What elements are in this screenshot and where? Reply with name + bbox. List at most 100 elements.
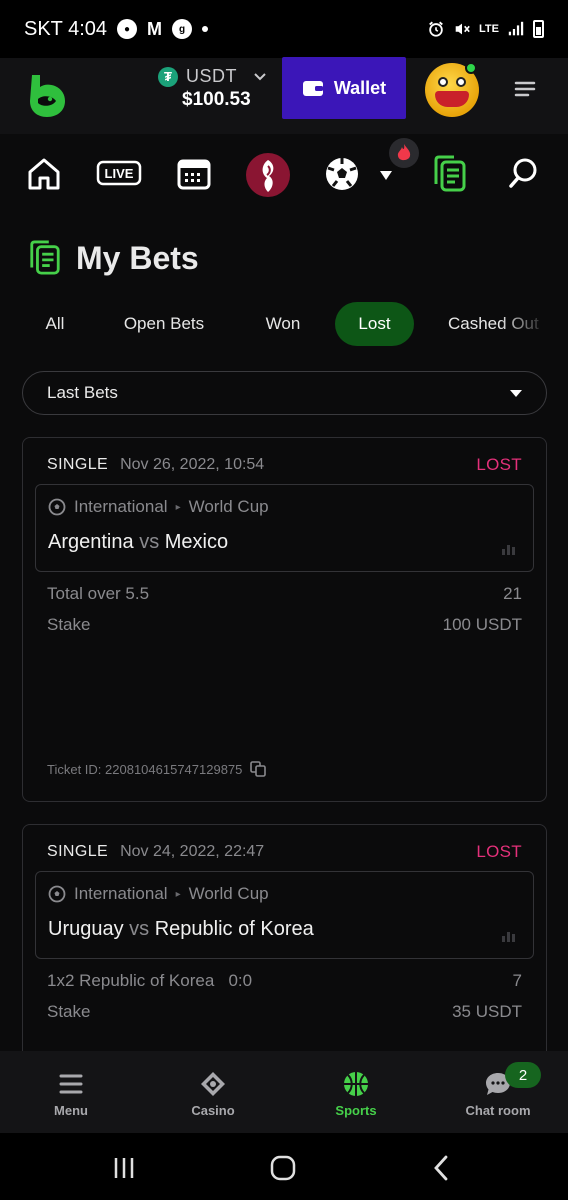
my-bets-title-icon [30, 240, 60, 275]
caret-down-icon [510, 389, 522, 397]
selection-row: 1x2 Republic of Korea 0:0 7 [23, 965, 546, 996]
mute-icon [455, 23, 470, 35]
live-label: LIVE [105, 166, 134, 181]
bets-period-select[interactable]: Last Bets [22, 371, 547, 415]
event-league: World Cup [188, 497, 269, 516]
event-match: Argentina vs Mexico [48, 531, 521, 554]
recent-apps-icon[interactable] [112, 1156, 136, 1180]
home-icon[interactable] [26, 156, 62, 192]
menu-lines-icon[interactable] [514, 80, 536, 98]
avatar-eye-left [438, 77, 448, 87]
more-notifications-icon [202, 26, 209, 32]
notification-app-icon: ● [117, 19, 138, 39]
gmail-icon: M [147, 18, 163, 39]
copy-icon[interactable] [250, 761, 267, 777]
bottom-nav: Menu Casino Sports Chat room 2 [0, 1051, 568, 1133]
search-icon[interactable] [508, 156, 542, 190]
event-box[interactable]: International ▸ World Cup Argentina vs M… [35, 484, 534, 572]
battery-icon [533, 20, 544, 38]
bottom-nav-casino[interactable]: Casino [163, 1069, 263, 1118]
selection-label: Total over 5.5 [47, 583, 150, 603]
home-button-icon[interactable] [270, 1155, 296, 1181]
tether-icon: ₮ [158, 66, 178, 87]
bet-date: Nov 24, 2022, 22:47 [120, 843, 265, 860]
basketball-icon [344, 1072, 368, 1096]
chat-unread-badge: 2 [505, 1062, 541, 1088]
bottom-nav-menu-label: Menu [54, 1103, 88, 1118]
bet-card[interactable]: SINGLE Nov 24, 2022, 22:47 LOST Internat… [22, 824, 547, 1084]
hot-badge[interactable] [389, 138, 419, 168]
away-team: Republic of Korea [154, 918, 314, 940]
status-left: SKT 4:04 ● M g [24, 18, 209, 41]
bc-game-logo[interactable] [28, 73, 66, 119]
event-category: International [74, 497, 168, 516]
online-indicator [465, 62, 477, 74]
away-team: Mexico [164, 531, 229, 553]
stake-row: Stake 35 USDT [23, 996, 546, 1027]
event-match: Uruguay vs Republic of Korea [48, 918, 521, 941]
bets-period-value: Last Bets [47, 383, 118, 402]
avatar-eye-right [456, 77, 466, 87]
event-league: World Cup [188, 884, 269, 903]
hot-fire-icon [397, 144, 411, 161]
odds-value: 7 [512, 970, 522, 990]
stake-label: Stake [47, 614, 91, 634]
stake-row: Stake 100 USDT [23, 609, 546, 640]
home-team: Argentina [48, 531, 134, 553]
filter-all[interactable]: All [22, 302, 88, 346]
bottom-nav-sports[interactable]: Sports [306, 1069, 406, 1118]
home-team: Uruguay [48, 918, 124, 940]
balance-amount: $100.53 [182, 89, 251, 110]
world-cup-icon[interactable] [245, 152, 291, 198]
event-box[interactable]: International ▸ World Cup Uruguay vs Rep… [35, 871, 534, 959]
filter-open-bets[interactable]: Open Bets [104, 302, 224, 346]
page-title-row: My Bets [28, 238, 199, 278]
bottom-nav-menu[interactable]: Menu [21, 1069, 121, 1118]
calendar-icon[interactable] [176, 156, 212, 192]
bet-filter-tabs: All Open Bets Won Lost Cashed Out [22, 302, 548, 348]
stats-icon[interactable] [501, 930, 517, 942]
wallet-button[interactable]: Wallet [282, 57, 406, 119]
soccer-ball-icon [48, 498, 66, 516]
hamburger-icon [59, 1074, 83, 1094]
chevron-down-icon[interactable] [380, 171, 392, 181]
my-bets-icon[interactable] [432, 154, 468, 194]
vs-label: vs [129, 918, 150, 940]
live-icon[interactable]: LIVE [96, 160, 142, 186]
soccer-ball-icon [48, 885, 66, 903]
casino-chip-icon [201, 1072, 225, 1096]
back-icon[interactable] [430, 1155, 452, 1181]
breadcrumb-arrow-icon: ▸ [175, 501, 181, 513]
bottom-nav-chat-label: Chat room [465, 1103, 531, 1118]
bet-type: SINGLE [47, 843, 109, 860]
filter-won[interactable]: Won [244, 302, 322, 346]
network-type: LTE [479, 23, 499, 35]
stats-icon[interactable] [501, 543, 517, 555]
currency-label: USDT [186, 66, 237, 86]
stake-value: 100 USDT [442, 614, 522, 634]
chevron-down-icon[interactable] [253, 70, 267, 84]
bet-status: LOST [476, 455, 522, 474]
page-title: My Bets [76, 239, 199, 276]
soccer-ball-icon[interactable] [324, 156, 360, 192]
system-nav-bar [0, 1133, 568, 1200]
ticket-id-row: Ticket ID: 2208104615747129875 [47, 761, 267, 777]
filter-lost[interactable]: Lost [335, 302, 414, 346]
balance-selector[interactable]: ₮ USDT $100.53 [158, 66, 267, 111]
bottom-nav-casino-label: Casino [191, 1103, 235, 1118]
avatar-mouth [435, 91, 469, 107]
wallet-label: Wallet [333, 77, 387, 98]
event-category: International [74, 884, 168, 903]
signal-icon [508, 21, 524, 36]
bet-card[interactable]: SINGLE Nov 26, 2022, 10:54 LOST Internat… [22, 437, 547, 802]
ticket-id: Ticket ID: 2208104615747129875 [47, 761, 243, 777]
stake-value: 35 USDT [452, 1001, 522, 1021]
status-bar: SKT 4:04 ● M g LTE [0, 0, 568, 58]
vs-label: vs [139, 531, 160, 553]
stake-label: Stake [47, 1001, 91, 1021]
scroll-fade [500, 302, 548, 348]
bet-status: LOST [476, 842, 522, 861]
alarm-icon [429, 21, 443, 37]
wallet-icon [302, 81, 323, 96]
breadcrumb-arrow-icon: ▸ [175, 888, 181, 900]
